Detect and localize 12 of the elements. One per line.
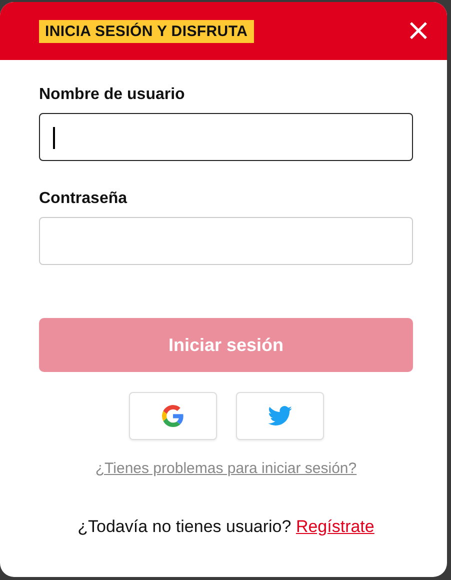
google-button[interactable] [128, 392, 216, 440]
field-label: Nombre de usuario [39, 86, 186, 104]
field-label: Contraseña [39, 190, 128, 208]
twitter-button[interactable] [236, 392, 324, 440]
input-field[interactable] [39, 113, 413, 161]
bird-icon [268, 406, 292, 426]
close-button[interactable]: × [404, 20, 433, 42]
register-link[interactable]: Regístrate [296, 517, 374, 536]
dialog-title: INICIA SESIÓN Y DISFRUTA [39, 20, 254, 42]
help-link[interactable]: ¿Tienes problemas para iniciar sesión? [95, 460, 357, 477]
google-icon [162, 405, 184, 427]
signup-prompt: ¿Todavía no tienes usuario? [78, 517, 292, 536]
